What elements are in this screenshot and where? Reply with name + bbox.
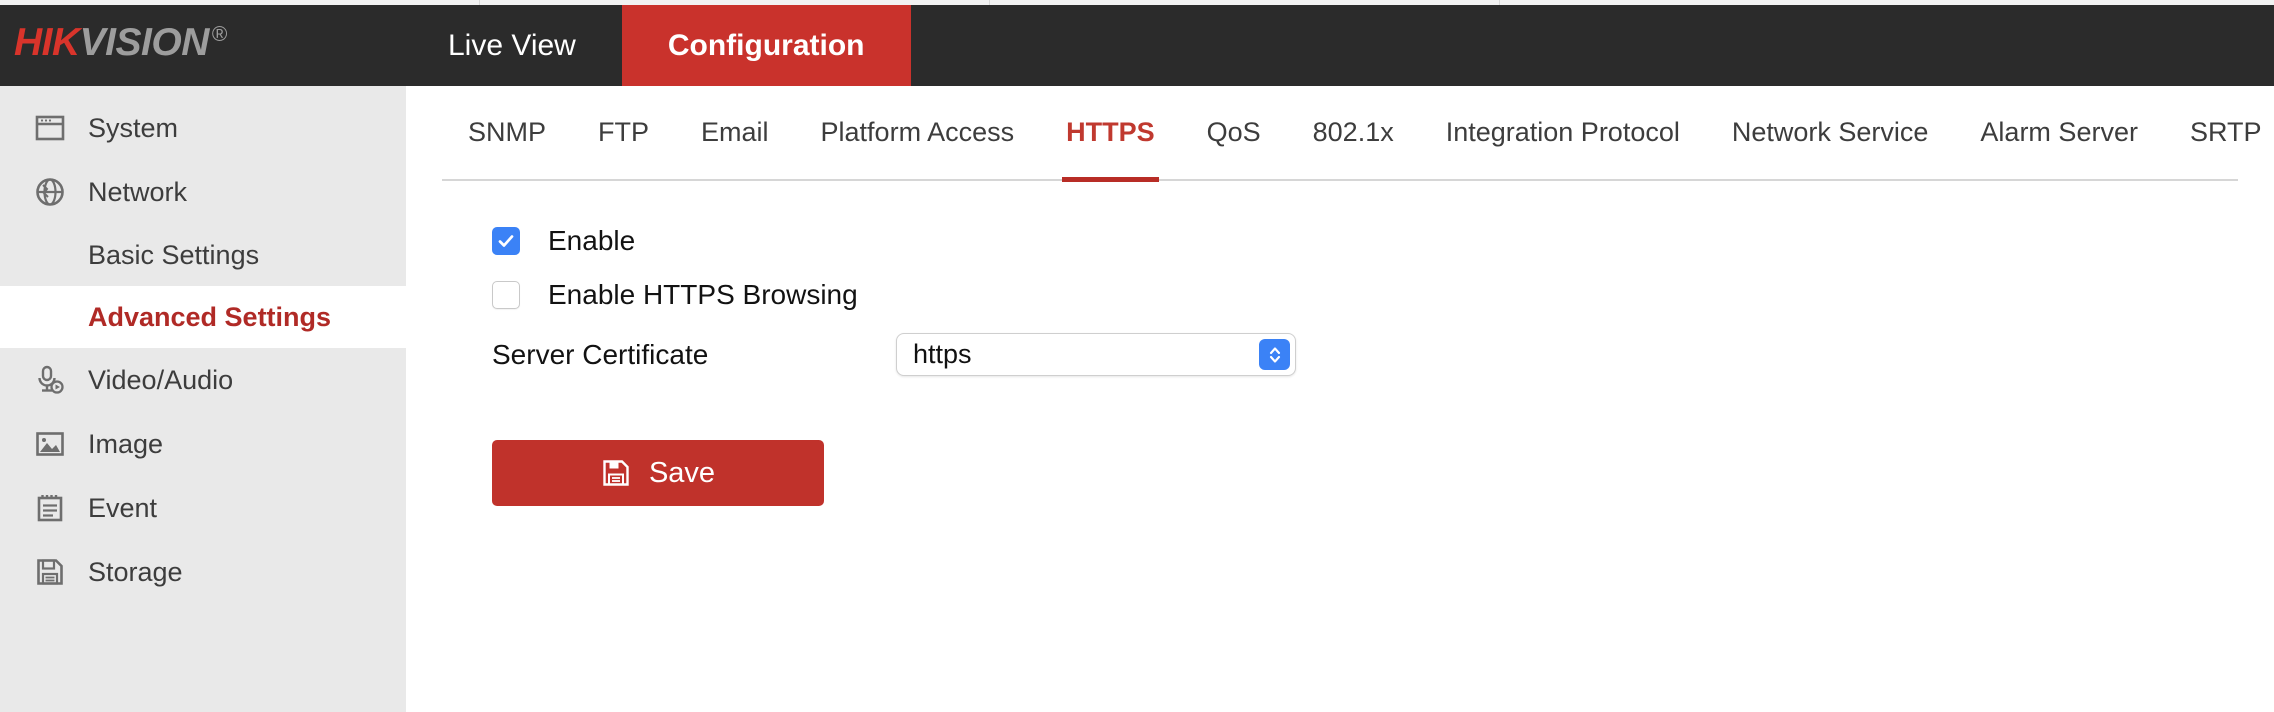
- sidebar-item-event[interactable]: Event: [0, 476, 406, 540]
- sidebar-item-label: Image: [88, 428, 164, 459]
- globe-icon: [28, 170, 72, 214]
- enable-https-browsing-row: Enable HTTPS Browsing: [492, 279, 2274, 311]
- https-settings-form: Enable Enable HTTPS Browsing Server Cert…: [406, 181, 2274, 376]
- sidebar-item-label: Event: [88, 492, 158, 523]
- top-header-bar: HIKVISION ® Live View Configuration: [0, 5, 2274, 86]
- tab-label: FTP: [598, 117, 650, 147]
- sidebar-item-label: Video/Audio: [88, 364, 234, 395]
- nav-tab-live-view[interactable]: Live View: [402, 5, 622, 86]
- tab-network-service[interactable]: Network Service: [1706, 85, 1955, 180]
- tab-label: Network Service: [1731, 117, 1929, 147]
- sidebar-item-network[interactable]: Network: [0, 160, 406, 224]
- tab-label: SRTP: [2189, 117, 2262, 147]
- sidebar-subitem-basic-settings[interactable]: Basic Settings: [0, 224, 406, 286]
- save-button-wrap: Save: [406, 394, 2274, 506]
- server-certificate-select[interactable]: https: [896, 333, 1296, 376]
- tab-label: Email: [701, 117, 769, 147]
- sidebar-item-label: Storage: [88, 556, 183, 587]
- event-icon: [28, 486, 72, 530]
- logo-registered-mark: ®: [211, 23, 227, 46]
- server-certificate-value: https: [913, 339, 972, 369]
- enable-checkbox[interactable]: [492, 227, 520, 255]
- tab-label: QoS: [1206, 117, 1261, 147]
- sidebar-item-image[interactable]: Image: [0, 412, 406, 476]
- sidebar-top-spacer: [0, 86, 406, 96]
- tab-label: Platform Access: [820, 117, 1015, 147]
- sidebar-subitem-label: Basic Settings: [88, 239, 260, 270]
- tab-alarm-server[interactable]: Alarm Server: [1954, 85, 2164, 180]
- tab-srtp[interactable]: SRTP: [2164, 85, 2274, 180]
- nav-tab-label: Configuration: [667, 28, 865, 62]
- enable-row: Enable: [492, 225, 2274, 257]
- nav-tab-configuration[interactable]: Configuration: [621, 5, 911, 86]
- window-icon: [28, 106, 72, 150]
- tab-ftp[interactable]: FTP: [572, 85, 675, 180]
- main-nav: Live View Configuration: [402, 5, 911, 86]
- tab-label: Alarm Server: [1980, 117, 2138, 147]
- chevron-updown-icon: [1259, 339, 1290, 370]
- video-audio-icon: [28, 358, 72, 402]
- tab-email[interactable]: Email: [675, 85, 795, 180]
- tab-802-1x[interactable]: 802.1x: [1287, 85, 1420, 180]
- floppy-disk-icon: [601, 458, 632, 489]
- tab-integration-protocol[interactable]: Integration Protocol: [1420, 85, 1706, 180]
- tab-label: HTTPS: [1066, 117, 1155, 147]
- tab-platform-access[interactable]: Platform Access: [795, 85, 1041, 180]
- save-button[interactable]: Save: [492, 440, 824, 506]
- sidebar: System Network Basic Settings Advanced S…: [0, 86, 406, 712]
- content-tab-bar: SNMP FTP Email Platform Access HTTPS QoS…: [442, 85, 2261, 182]
- tab-label: Integration Protocol: [1445, 117, 1680, 147]
- storage-icon: [28, 550, 72, 594]
- enable-https-browsing-label: Enable HTTPS Browsing: [548, 279, 858, 310]
- sidebar-subitem-label: Advanced Settings: [88, 301, 332, 332]
- hikvision-logo: HIKVISION ®: [14, 21, 227, 65]
- main-content: SNMP FTP Email Platform Access HTTPS QoS…: [406, 86, 2274, 712]
- sidebar-subitem-advanced-settings[interactable]: Advanced Settings: [0, 286, 406, 348]
- tab-label: 802.1x: [1312, 117, 1394, 147]
- tab-qos[interactable]: QoS: [1181, 85, 1287, 180]
- enable-label: Enable: [548, 225, 636, 256]
- tab-https[interactable]: HTTPS: [1040, 85, 1181, 182]
- sidebar-item-system[interactable]: System: [0, 96, 406, 160]
- server-certificate-row: Server Certificate https: [492, 333, 2274, 376]
- logo-vision-text: VISION: [79, 21, 210, 64]
- app-root: HIKVISION ® Live View Configuration Syst…: [0, 0, 2274, 712]
- sidebar-item-video-audio[interactable]: Video/Audio: [0, 348, 406, 412]
- image-icon: [28, 422, 72, 466]
- server-certificate-label: Server Certificate: [492, 338, 709, 370]
- sidebar-item-storage[interactable]: Storage: [0, 540, 406, 604]
- tab-snmp[interactable]: SNMP: [442, 85, 572, 180]
- save-button-label: Save: [648, 456, 716, 489]
- logo-hik-text: HIK: [14, 21, 80, 64]
- tab-label: SNMP: [468, 117, 547, 147]
- sidebar-item-label: System: [88, 112, 179, 143]
- sidebar-item-label: Network: [88, 176, 188, 207]
- nav-tab-label: Live View: [448, 28, 576, 62]
- enable-https-browsing-checkbox[interactable]: [492, 281, 520, 309]
